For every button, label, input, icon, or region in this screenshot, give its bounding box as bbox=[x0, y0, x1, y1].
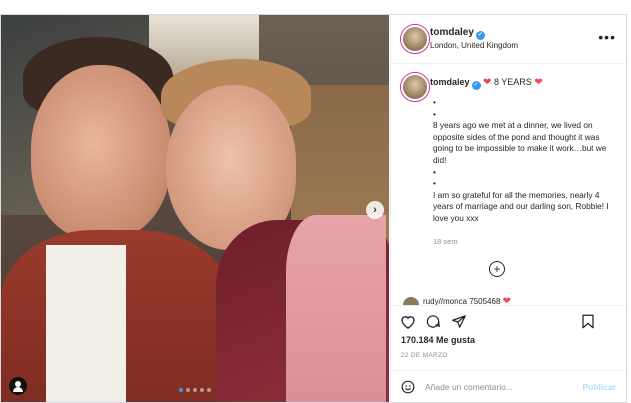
action-bar bbox=[391, 305, 628, 356]
carousel-dot bbox=[200, 388, 204, 392]
caption-title: 8 YEARS bbox=[493, 77, 532, 87]
post-location[interactable]: London, United Kingdom bbox=[430, 41, 518, 50]
username[interactable]: tomdaley bbox=[430, 27, 474, 38]
comment-input[interactable]: Añade un comentario... bbox=[425, 382, 513, 392]
carousel-dot bbox=[193, 388, 197, 392]
red-heart-emoji: ❤ bbox=[483, 77, 492, 88]
post-photo[interactable]: › bbox=[1, 15, 389, 402]
post-date: 22 DE MARZO bbox=[401, 352, 448, 359]
comment-icon[interactable] bbox=[425, 314, 441, 329]
caption-text: • • 8 years ago we met at a dinner, we l… bbox=[433, 97, 609, 223]
carousel-dot bbox=[207, 388, 211, 392]
caption-header: tomdaley ✓ ❤ 8 YEARS ❤ bbox=[430, 77, 543, 90]
verified-icon: ✓ bbox=[475, 31, 485, 40]
post-header: tomdaley ✓ London, United Kingdom ••• bbox=[391, 15, 628, 64]
avatar[interactable] bbox=[401, 25, 429, 53]
emoji-icon[interactable] bbox=[401, 380, 415, 394]
post-time[interactable]: 18 sem bbox=[433, 237, 458, 246]
caption-avatar[interactable] bbox=[401, 73, 429, 101]
add-circle-icon[interactable]: + bbox=[489, 261, 505, 277]
heart-icon[interactable] bbox=[400, 314, 416, 329]
likes-count[interactable]: 170.184 Me gusta bbox=[401, 335, 475, 345]
carousel-dot bbox=[186, 388, 190, 392]
person-right-shirt bbox=[286, 215, 386, 402]
comment-bar: Añade un comentario... Publicar bbox=[391, 370, 628, 403]
share-icon[interactable] bbox=[451, 314, 467, 329]
post-frame: › tomdaley ✓ London, United Kingdom ••• t… bbox=[0, 14, 628, 403]
more-options-icon[interactable]: ••• bbox=[598, 29, 616, 45]
chevron-right-icon[interactable]: › bbox=[366, 201, 384, 219]
carousel-dot bbox=[179, 388, 183, 392]
person-left-face bbox=[31, 65, 171, 240]
post-sidebar: tomdaley ✓ London, United Kingdom ••• tom… bbox=[390, 15, 628, 402]
verified-icon: ✓ bbox=[471, 81, 481, 90]
commenter-avatar[interactable] bbox=[403, 297, 419, 305]
bookmark-icon[interactable] bbox=[581, 314, 595, 329]
publish-button[interactable]: Publicar bbox=[582, 382, 616, 392]
caption-username[interactable]: tomdaley bbox=[430, 77, 470, 87]
person-left-shirt bbox=[46, 245, 126, 402]
user-tag-icon[interactable] bbox=[9, 377, 27, 395]
post-author[interactable]: tomdaley ✓ bbox=[430, 27, 485, 40]
red-heart-emoji: ❤ bbox=[534, 77, 543, 88]
carousel-dots bbox=[179, 388, 211, 392]
